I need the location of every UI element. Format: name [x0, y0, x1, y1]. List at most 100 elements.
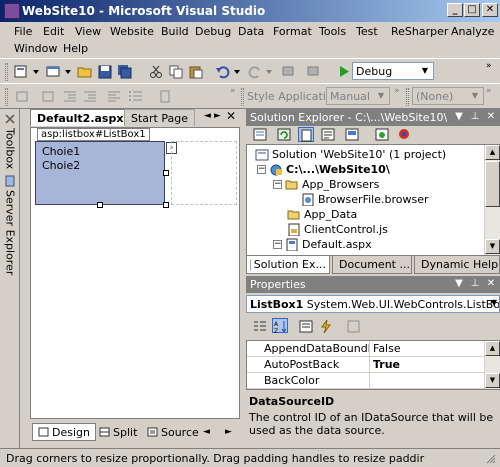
menu-view[interactable]: View: [75, 25, 101, 38]
toolbar-grip[interactable]: [5, 88, 8, 106]
close-panel-icon[interactable]: ✕: [484, 110, 498, 123]
scroll-up-icon[interactable]: ▲: [485, 341, 500, 356]
listbox-item[interactable]: Choie1: [42, 145, 80, 158]
uncomment-icon[interactable]: [40, 89, 56, 104]
style-application-select[interactable]: Manual ▼: [326, 87, 390, 105]
tree-node-website[interactable]: − C:\...\WebSite10\: [257, 163, 390, 176]
tab-dynamic-help[interactable]: ? Dynamic Help: [414, 256, 500, 274]
menu-edit[interactable]: Edit: [43, 25, 64, 38]
outdent-icon[interactable]: [62, 89, 78, 104]
chevron-down-icon[interactable]: [265, 64, 273, 79]
cut-icon[interactable]: [148, 64, 164, 79]
chevron-down-icon[interactable]: [32, 64, 40, 79]
properties-icon[interactable]: [252, 127, 268, 142]
toolbar-grip[interactable]: [241, 88, 244, 106]
menu-website[interactable]: Website: [110, 25, 154, 38]
asp-net-configuration-icon[interactable]: [396, 127, 412, 142]
menu-analyze[interactable]: Analyze: [451, 25, 494, 38]
property-row[interactable]: BackColor: [247, 373, 485, 389]
indent-icon[interactable]: [82, 89, 98, 104]
add-item-icon[interactable]: [13, 64, 29, 79]
menu-tools[interactable]: Tools: [319, 25, 346, 38]
toolbar-grip[interactable]: [406, 88, 409, 106]
collapse-icon[interactable]: −: [257, 165, 266, 174]
menu-debug[interactable]: Debug: [195, 25, 231, 38]
resize-handle[interactable]: [163, 170, 169, 176]
refresh-icon[interactable]: [276, 127, 292, 142]
tree-node-default-aspx[interactable]: − Default.aspx: [273, 238, 372, 251]
tab-scroll-left-icon[interactable]: ◄: [204, 111, 211, 121]
navigate-forward-icon[interactable]: [306, 64, 322, 79]
menu-test[interactable]: Test: [356, 25, 378, 38]
nest-related-files-icon[interactable]: [298, 127, 314, 142]
auto-hide-pin-icon[interactable]: ⊥: [468, 277, 482, 290]
menu-resharper[interactable]: ReSharper: [391, 25, 448, 38]
tab-start-page[interactable]: Start Page: [124, 109, 195, 126]
design-surface[interactable]: asp:listbox#ListBox1 Choie1 Choie2 ›: [30, 127, 240, 419]
target-rule-select[interactable]: (None) ▼: [412, 87, 484, 105]
copy-icon[interactable]: [168, 64, 184, 79]
list-icon[interactable]: [128, 89, 144, 104]
tree-node-app-browsers[interactable]: − App_Browsers: [273, 178, 379, 191]
new-project-icon[interactable]: [45, 64, 61, 79]
tree-node-app-data[interactable]: App_Data: [287, 208, 357, 221]
view-tabs-scroll-left-icon[interactable]: ◄: [198, 423, 215, 441]
property-value[interactable]: [371, 373, 485, 388]
tab-scroll-right-icon[interactable]: ►: [214, 111, 221, 121]
view-designer-icon[interactable]: [344, 127, 360, 142]
bookmark-icon[interactable]: [157, 89, 173, 104]
split-view-tab[interactable]: Split: [94, 423, 142, 441]
window-position-icon[interactable]: ▼: [452, 110, 466, 123]
collapse-icon[interactable]: −: [273, 180, 282, 189]
object-selector[interactable]: ListBox1 System.Web.UI.WebControls.ListB…: [246, 295, 500, 313]
paste-icon[interactable]: [188, 64, 204, 79]
menu-build[interactable]: Build: [161, 25, 189, 38]
resize-handle[interactable]: [163, 202, 169, 208]
solution-configuration-select[interactable]: Debug ▼: [352, 62, 434, 80]
menu-help[interactable]: Help: [63, 42, 88, 55]
redo-icon[interactable]: [247, 64, 263, 79]
alphabetical-icon[interactable]: AZ: [272, 318, 288, 335]
property-value[interactable]: False: [371, 341, 485, 356]
scroll-thumb[interactable]: [485, 161, 500, 207]
close-button[interactable]: ✕: [482, 3, 498, 17]
comment-icon[interactable]: [14, 89, 30, 104]
start-debugging-icon[interactable]: [336, 64, 352, 79]
events-icon[interactable]: [318, 319, 334, 334]
resize-handle[interactable]: [97, 202, 103, 208]
maximize-button[interactable]: □: [464, 3, 480, 17]
categorized-icon[interactable]: [252, 319, 268, 334]
design-view-tab[interactable]: Design: [32, 423, 96, 441]
listbox-control[interactable]: Choie1 Choie2: [35, 141, 165, 205]
tree-node-solution[interactable]: Solution 'WebSite10' (1 project): [255, 148, 446, 161]
undo-icon[interactable]: [215, 64, 231, 79]
property-row[interactable]: AutoPostBack True: [247, 357, 485, 373]
property-pages-icon[interactable]: [346, 319, 362, 334]
property-grid-scrollbar[interactable]: ▲ ▼: [484, 341, 500, 389]
resize-grip-icon[interactable]: [484, 452, 496, 464]
menu-data[interactable]: Data: [238, 25, 264, 38]
property-value[interactable]: True: [371, 357, 485, 372]
toolbar-grip[interactable]: [5, 63, 8, 81]
property-row[interactable]: AppendDataBoundItem False: [247, 341, 485, 357]
view-tabs-scroll-right-icon[interactable]: ►: [220, 423, 237, 441]
navigate-backward-icon[interactable]: [281, 64, 297, 79]
minimize-button[interactable]: _: [447, 3, 463, 17]
listbox-item[interactable]: Choie2: [42, 159, 80, 172]
menu-file[interactable]: File: [14, 25, 32, 38]
toolbar-overflow-icon[interactable]: »: [486, 86, 496, 101]
scroll-down-icon[interactable]: ▼: [485, 239, 500, 254]
chevron-down-icon[interactable]: [233, 64, 241, 79]
tree-node-browserfile[interactable]: BrowserFile.browser: [301, 193, 429, 206]
close-panel-icon[interactable]: ✕: [484, 277, 498, 290]
copy-website-icon[interactable]: [374, 127, 390, 142]
window-position-icon[interactable]: ▼: [452, 277, 466, 290]
properties-view-icon[interactable]: [298, 319, 314, 334]
tab-document-outline[interactable]: Document ...: [332, 256, 412, 274]
align-icon[interactable]: [106, 89, 122, 104]
close-document-icon[interactable]: ✕: [226, 109, 236, 123]
toolbox-tab[interactable]: Toolbox: [2, 113, 18, 169]
open-folder-icon[interactable]: [77, 64, 93, 79]
auto-hide-pin-icon[interactable]: ⊥: [468, 110, 482, 123]
solution-tree-scrollbar[interactable]: ▲ ▼: [484, 145, 500, 255]
